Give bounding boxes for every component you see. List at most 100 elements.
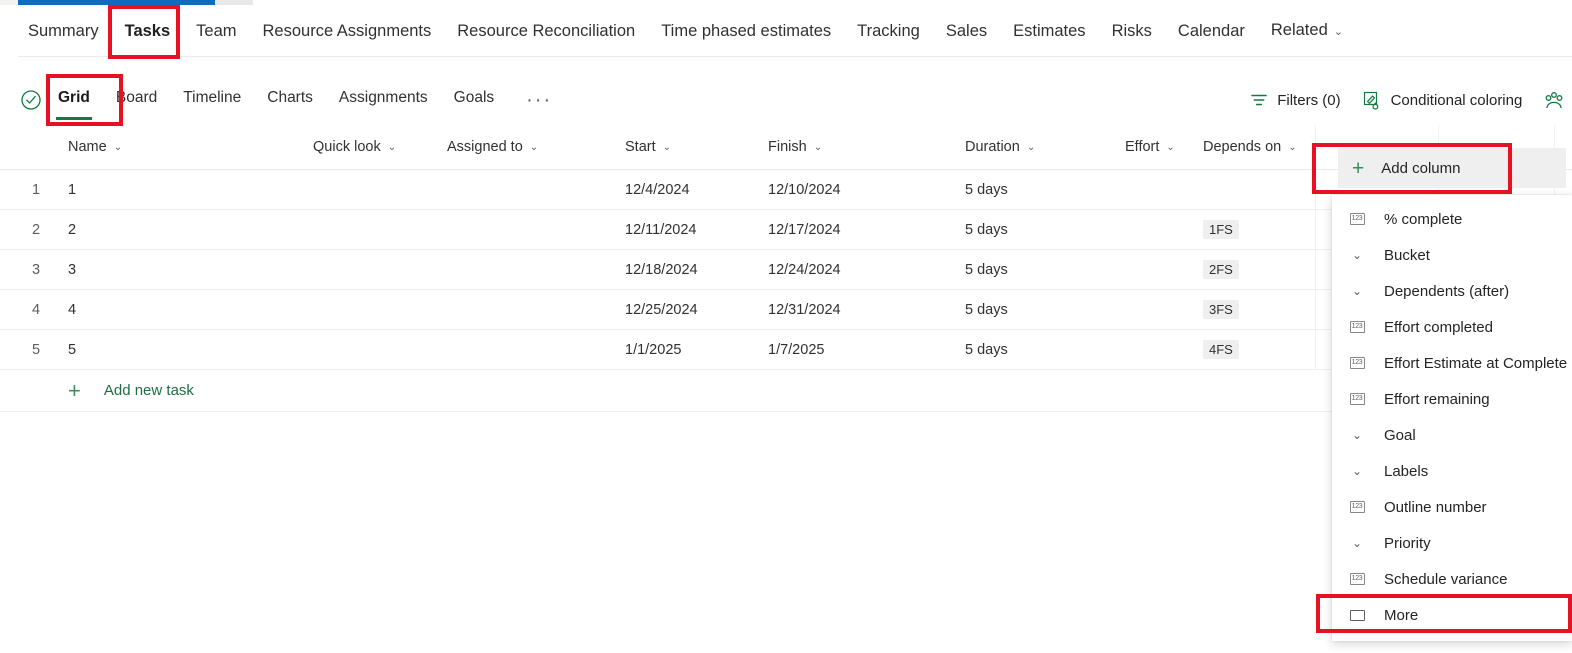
add-column-menu-item-effort-estimate-at-complete[interactable]: 123 Effort Estimate at Complete bbox=[1332, 345, 1572, 381]
column-header-duration[interactable]: Duration ⌄ bbox=[965, 139, 1035, 155]
cell-finish[interactable]: 12/31/2024 bbox=[768, 302, 841, 318]
filter-icon bbox=[1250, 91, 1268, 109]
cell-start[interactable]: 12/25/2024 bbox=[625, 302, 698, 318]
cell-depends-on[interactable]: 3FS bbox=[1203, 300, 1239, 319]
cell-finish[interactable]: 12/24/2024 bbox=[768, 262, 841, 278]
cell-duration[interactable]: 5 days bbox=[965, 302, 1008, 318]
add-column-menu-item-schedule-variance[interactable]: 123 Schedule variance bbox=[1332, 561, 1572, 597]
column-header-assigned-to[interactable]: Assigned to ⌄ bbox=[447, 139, 538, 155]
cell-depends-on[interactable]: 1FS bbox=[1203, 220, 1239, 239]
view-overflow-icon[interactable]: ··· bbox=[526, 90, 552, 110]
cell-depends-on[interactable]: 4FS bbox=[1203, 340, 1239, 359]
view-tab-board[interactable]: Board bbox=[116, 89, 157, 111]
conditional-coloring-button[interactable]: Conditional coloring bbox=[1363, 91, 1522, 110]
add-column-menu-item-outline-number[interactable]: 123 Outline number bbox=[1332, 489, 1572, 525]
chevron-down-icon[interactable]: ⌄ bbox=[814, 142, 822, 153]
chevron-down-icon[interactable]: ⌄ bbox=[114, 142, 122, 153]
column-header-label: Effort bbox=[1125, 139, 1160, 155]
number-field-glyph: 123 bbox=[1349, 501, 1365, 513]
cell-name[interactable]: 4 bbox=[68, 302, 76, 318]
add-column-label: Add column bbox=[1381, 159, 1461, 177]
primary-nav-item-calendar[interactable]: Calendar bbox=[1178, 5, 1245, 57]
cell-start[interactable]: 12/18/2024 bbox=[625, 262, 698, 278]
primary-nav-item-label: Tracking bbox=[857, 21, 920, 40]
group-by-button[interactable]: Gr bbox=[1544, 91, 1572, 110]
cell-name[interactable]: 1 bbox=[68, 182, 76, 198]
depends-on-badge: 1FS bbox=[1203, 220, 1239, 239]
primary-nav-item-tracking[interactable]: Tracking bbox=[857, 5, 920, 57]
primary-nav-item-team[interactable]: Team bbox=[196, 5, 236, 57]
column-header-quick-look[interactable]: Quick look ⌄ bbox=[313, 139, 396, 155]
column-header-depends-on[interactable]: Depends on ⌄ bbox=[1203, 139, 1297, 155]
cell-name[interactable]: 2 bbox=[68, 222, 76, 238]
number-field-glyph: 123 bbox=[1349, 321, 1365, 333]
primary-nav-item-tasks[interactable]: Tasks bbox=[125, 5, 171, 57]
primary-nav-item-label: Risks bbox=[1111, 21, 1152, 40]
chevron-down-icon[interactable]: ⌄ bbox=[1027, 142, 1035, 153]
chevron-down-glyph: ⌄ bbox=[1351, 428, 1363, 442]
column-header-effort[interactable]: Effort ⌄ bbox=[1125, 139, 1175, 155]
cell-start[interactable]: 12/11/2024 bbox=[625, 222, 697, 238]
add-column-menu-item-dependents-after[interactable]: ⌄ Dependents (after) bbox=[1332, 273, 1572, 309]
primary-nav-item-related[interactable]: Related ⌄ bbox=[1271, 4, 1343, 58]
add-column-menu-item-more[interactable]: More bbox=[1332, 597, 1572, 633]
cell-finish[interactable]: 1/7/2025 bbox=[768, 342, 824, 358]
chevron-down-icon[interactable]: ⌄ bbox=[1166, 142, 1174, 153]
primary-nav-item-resource-assignments[interactable]: Resource Assignments bbox=[263, 5, 432, 57]
primary-nav-item-estimates[interactable]: Estimates bbox=[1013, 5, 1085, 57]
cell-start[interactable]: 1/1/2025 bbox=[625, 342, 681, 358]
chevron-down-icon[interactable]: ⌄ bbox=[388, 142, 396, 153]
chevron-down-icon[interactable]: ⌄ bbox=[663, 142, 671, 153]
add-column-menu-item-label: Effort Estimate at Complete bbox=[1384, 354, 1568, 372]
primary-nav-item-risks[interactable]: Risks bbox=[1112, 5, 1152, 57]
cell-name[interactable]: 5 bbox=[68, 342, 76, 358]
view-tab-assignments[interactable]: Assignments bbox=[339, 89, 428, 111]
primary-nav-item-label: Resource Reconciliation bbox=[457, 21, 636, 40]
cell-duration[interactable]: 5 days bbox=[965, 342, 1008, 358]
cell-depends-on[interactable]: 2FS bbox=[1203, 260, 1239, 279]
conditional-coloring-icon bbox=[1363, 91, 1382, 110]
chevron-down-icon[interactable]: ⌄ bbox=[1288, 142, 1296, 153]
add-column-menu-item-bucket[interactable]: ⌄ Bucket bbox=[1332, 237, 1572, 273]
filters-button[interactable]: Filters (0) bbox=[1250, 91, 1341, 109]
primary-nav-item-summary[interactable]: Summary bbox=[28, 5, 99, 57]
add-column-menu-item-effort-remaining[interactable]: 123 Effort remaining bbox=[1332, 381, 1572, 417]
primary-nav-item-time-phased-estimates[interactable]: Time phased estimates bbox=[661, 5, 831, 57]
add-column-menu-item-label: Bucket bbox=[1384, 246, 1430, 264]
add-column-button[interactable]: + Add column bbox=[1338, 148, 1566, 188]
cell-duration[interactable]: 5 days bbox=[965, 182, 1008, 198]
column-header-start[interactable]: Start ⌄ bbox=[625, 139, 671, 155]
add-column-menu-item-label: % complete bbox=[1384, 210, 1463, 228]
column-header-label: Duration bbox=[965, 139, 1020, 155]
cell-duration[interactable]: 5 days bbox=[965, 262, 1008, 278]
add-column-menu-item-complete[interactable]: 123 % complete bbox=[1332, 201, 1572, 237]
chevron-down-icon: ⌄ bbox=[1346, 284, 1368, 298]
row-index: 1 bbox=[32, 181, 41, 198]
add-column-menu-item-effort-completed[interactable]: 123 Effort completed bbox=[1332, 309, 1572, 345]
add-column-menu-item-goal[interactable]: ⌄ Goal bbox=[1332, 417, 1572, 453]
view-tab-grid[interactable]: Grid bbox=[56, 89, 92, 120]
view-tab-goals[interactable]: Goals bbox=[454, 89, 495, 111]
number-field-glyph: 123 bbox=[1349, 213, 1365, 225]
primary-nav-item-sales[interactable]: Sales bbox=[946, 5, 987, 57]
column-header-name[interactable]: Name ⌄ bbox=[68, 139, 122, 155]
cell-finish[interactable]: 12/10/2024 bbox=[768, 182, 841, 198]
add-new-task-label[interactable]: Add new task bbox=[104, 382, 194, 399]
column-header-label: Start bbox=[625, 139, 656, 155]
cell-name[interactable]: 3 bbox=[68, 262, 76, 278]
add-column-menu-item-labels[interactable]: ⌄ Labels bbox=[1332, 453, 1572, 489]
column-header-finish[interactable]: Finish ⌄ bbox=[768, 139, 822, 155]
primary-nav-item-resource-reconciliation[interactable]: Resource Reconciliation bbox=[457, 5, 635, 57]
cell-finish[interactable]: 12/17/2024 bbox=[768, 222, 841, 238]
add-column-menu-item-priority[interactable]: ⌄ Priority bbox=[1332, 525, 1572, 561]
add-column-menu-item-label: Outline number bbox=[1384, 498, 1487, 516]
view-tab-charts[interactable]: Charts bbox=[267, 89, 313, 111]
cell-start[interactable]: 12/4/2024 bbox=[625, 182, 690, 198]
add-column-menu-item-label: Dependents (after) bbox=[1384, 282, 1510, 300]
column-divider bbox=[1315, 170, 1316, 210]
view-tab-timeline[interactable]: Timeline bbox=[183, 89, 241, 111]
add-column-menu-item-label: Effort remaining bbox=[1384, 390, 1490, 408]
cell-duration[interactable]: 5 days bbox=[965, 222, 1008, 238]
chevron-down-icon[interactable]: ⌄ bbox=[530, 142, 538, 153]
rectangle-field-icon bbox=[1346, 609, 1368, 621]
